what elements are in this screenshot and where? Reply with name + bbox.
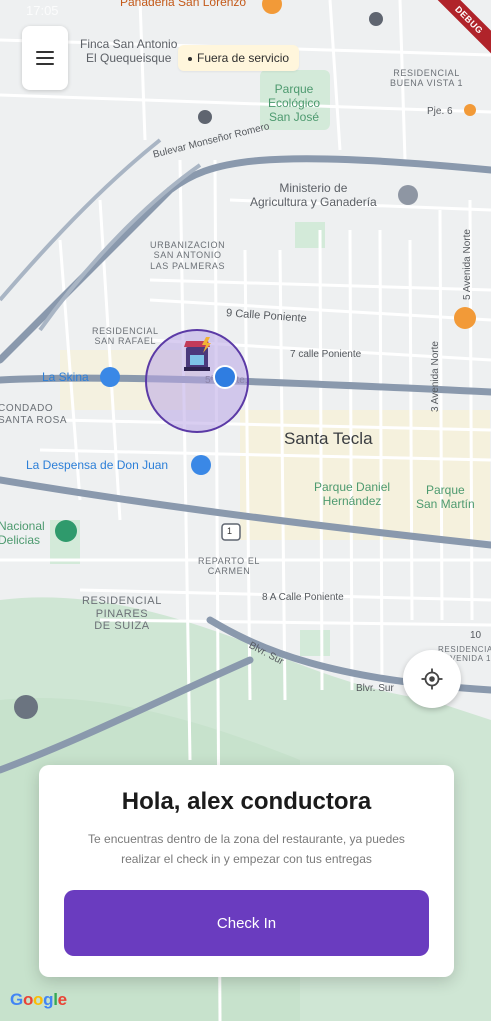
my-location-button[interactable] [403,650,461,708]
restaurant-marker-icon[interactable] [180,337,216,375]
menu-button[interactable] [22,26,68,90]
map-label-3-avenida-norte: 3 Avenida Norte [430,341,441,412]
map-label-pte: 5ª C. Pte. [205,375,248,386]
map-label-parque-daniel: Parque Daniel Hernández [314,480,391,508]
map-label-santa-tecla: Santa Tecla [284,429,373,448]
map-label-pje6: Pje. 6 [427,106,453,117]
map-label-residencial-pinares: RESIDENCIAL PINARES DE SUIZA [82,595,162,633]
map-label-condado: CONDADO SANTA ROSA [0,403,68,426]
service-status-label: Fuera de servicio [197,51,290,65]
map-label-7-calle: 7 calle Poniente [290,349,362,360]
map-label-residencial-buena-vista: RESIDENCIAL BUENA VISTA 1 [390,68,464,89]
map-label-parque-san-martin: Parque San Martín [416,483,475,511]
map-label-reparto-carmen: REPARTO EL CARMEN [198,556,261,577]
route-shield-label: 1 [227,526,233,536]
google-logo-letter: o [22,990,34,1009]
service-status-chip: Fuera de servicio [178,45,300,71]
map-label-parque-ecologico: Parque Ecológico San José [268,82,321,124]
status-time: 17:05 [26,3,59,18]
map-label-5-avenida-norte: 5 Avenida Norte [462,229,473,300]
map-label-blvr-sur-2: Blvr. Sur [356,683,394,694]
my-location-icon [421,668,443,690]
google-logo-letter: o [33,990,44,1009]
map-label-ministerio: Ministerio de Agricultura y Ganadería [250,181,377,209]
map-label-10: 10 [470,630,482,641]
map-label-residencial-san-rafael: RESIDENCIAL SAN RAFAEL [92,326,159,347]
checkin-card: Hola, alex conductora Te encuentras dent… [39,765,454,977]
map-label-finca: Finca San Antonio El Quequeisque [80,37,178,65]
map-label-8a-calle: 8 A Calle Poniente [262,592,344,603]
check-in-button[interactable]: Check In [64,890,429,956]
status-bar: 17:05 [0,0,491,22]
map-label-la-despensa: La Despensa de Don Juan [26,458,169,472]
menu-icon [36,51,54,65]
google-logo: Google [10,990,67,1010]
status-dot [188,56,192,61]
google-logo-letter: e [57,990,67,1009]
zone-message: Te encuentras dentro de la zona del rest… [88,832,405,866]
map-label-la-skina: La Skina [42,370,89,384]
greeting-title: Hola, alex conductora [121,788,372,815]
google-logo-letter: g [43,990,54,1009]
map-label-nacional-delicias: Nacional Delicias [0,519,45,547]
map-label-urbanizacion: URBANIZACION SAN ANTONIO LAS PALMERAS [150,240,226,271]
google-logo-letter: G [10,990,23,1009]
